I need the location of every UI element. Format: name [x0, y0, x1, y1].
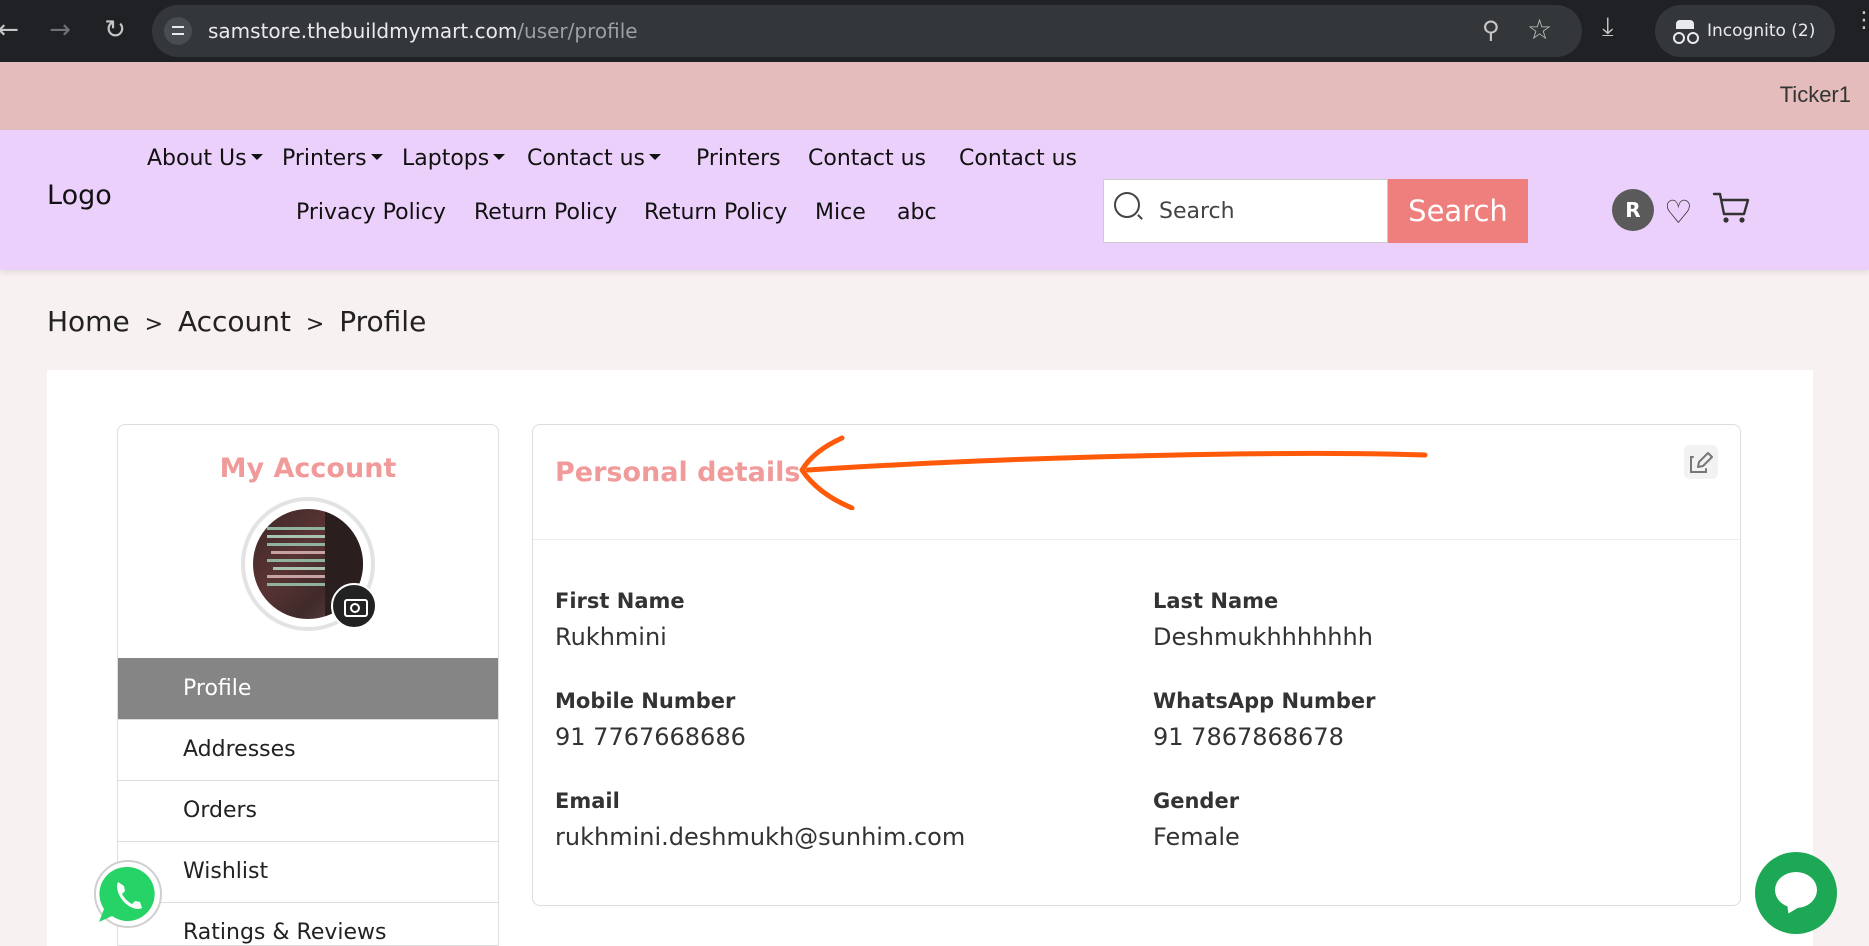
details-divider: [533, 539, 1740, 540]
site-settings-icon[interactable]: [164, 17, 192, 45]
nav-laptops[interactable]: Laptops: [402, 146, 506, 171]
nav-contact-us-dropdown[interactable]: Contact us: [527, 146, 661, 171]
last-name-value: Deshmukhhhhhhh: [1153, 623, 1373, 651]
sidebar-item-wishlist[interactable]: Wishlist: [118, 841, 498, 902]
mobile-number-value: 91 7767668686: [555, 723, 746, 751]
sidebar-item-ratings-reviews[interactable]: Ratings & Reviews: [118, 902, 498, 945]
ticker-text: Ticker1: [1779, 82, 1851, 107]
nav-printers[interactable]: Printers: [696, 146, 781, 171]
edit-icon[interactable]: [1684, 445, 1718, 479]
chevron-down-icon: [370, 154, 383, 160]
chat-bubble-icon: [1775, 872, 1817, 908]
breadcrumb-separator-icon: >: [305, 312, 325, 337]
browser-toolbar: ← → ↻ samstore.thebuildmymart.com/user/p…: [0, 0, 1869, 62]
email-label: Email: [555, 789, 620, 813]
search-input[interactable]: [1159, 192, 1379, 230]
incognito-label: Incognito (2): [1707, 21, 1816, 41]
url-path: /user/profile: [517, 19, 638, 43]
forward-arrow-icon[interactable]: →: [40, 10, 80, 50]
first-name-label: First Name: [555, 589, 685, 613]
search-button[interactable]: Search: [1388, 179, 1528, 243]
personal-details-title: Personal details: [555, 457, 801, 488]
more-menu-icon[interactable]: ⋮: [1853, 10, 1869, 46]
nav-printers-dropdown[interactable]: Printers: [282, 146, 383, 171]
mobile-number-label: Mobile Number: [555, 689, 736, 713]
sidebar-item-addresses[interactable]: Addresses: [118, 719, 498, 780]
whatsapp-number-value: 91 7867868678: [1153, 723, 1344, 751]
nav-contact-us[interactable]: Contact us: [808, 146, 926, 171]
nav-abc[interactable]: abc: [897, 200, 937, 225]
nav-mice[interactable]: Mice: [815, 200, 866, 225]
account-sidebar: My Account Profile Addresses Orders Wish…: [117, 424, 499, 946]
breadcrumb-profile: Profile: [339, 305, 427, 338]
cart-icon[interactable]: [1712, 190, 1752, 226]
breadcrumb: Home > Account > Profile: [47, 305, 432, 338]
incognito-icon: [1673, 20, 1697, 44]
chevron-down-icon: [250, 154, 263, 160]
last-name-label: Last Name: [1153, 589, 1279, 613]
download-icon[interactable]: ⤓: [1602, 12, 1614, 43]
gender-label: Gender: [1153, 789, 1240, 813]
wishlist-heart-icon[interactable]: ♡: [1664, 192, 1693, 232]
chevron-down-icon: [493, 154, 506, 160]
breadcrumb-account[interactable]: Account: [178, 305, 291, 338]
address-bar[interactable]: samstore.thebuildmymart.com/user/profile…: [152, 5, 1582, 57]
sidebar-item-profile[interactable]: Profile: [118, 658, 498, 719]
sidebar-item-orders[interactable]: Orders: [118, 780, 498, 841]
reload-icon[interactable]: ↻: [95, 10, 135, 50]
nav-privacy-policy[interactable]: Privacy Policy: [296, 200, 446, 225]
url-host: samstore.thebuildmymart.com: [208, 19, 518, 43]
back-arrow-icon[interactable]: ←: [0, 10, 28, 50]
breadcrumb-separator-icon: >: [144, 312, 164, 337]
chat-button[interactable]: [1755, 852, 1837, 934]
email-value: rukhmini.deshmukh@sunhim.com: [555, 823, 966, 851]
search-box: [1103, 179, 1388, 243]
breadcrumb-home[interactable]: Home: [47, 305, 130, 338]
camera-icon[interactable]: [331, 583, 377, 629]
sidebar-menu: Profile Addresses Orders Wishlist Rating…: [118, 658, 498, 945]
gender-value: Female: [1153, 823, 1240, 851]
personal-details-card: Personal details First Name Rukhmini Las…: [532, 424, 1741, 906]
first-name-value: Rukhmini: [555, 623, 667, 651]
nav-return-policy[interactable]: Return Policy: [474, 200, 617, 225]
site-logo[interactable]: Logo: [47, 180, 112, 211]
user-avatar[interactable]: R: [1612, 189, 1654, 231]
whatsapp-icon[interactable]: [90, 858, 166, 934]
whatsapp-number-label: WhatsApp Number: [1153, 689, 1376, 713]
incognito-indicator[interactable]: Incognito (2): [1655, 5, 1835, 57]
ticker-bar: Ticker1: [0, 62, 1869, 130]
zoom-icon[interactable]: ⚲: [1482, 16, 1500, 44]
sidebar-title: My Account: [219, 453, 397, 484]
site-header: Logo About Us Printers Laptops Contact u…: [0, 130, 1869, 270]
chevron-down-icon: [649, 154, 661, 160]
nav-about-us[interactable]: About Us: [147, 146, 263, 171]
search-icon: [1114, 192, 1140, 218]
bookmark-star-icon[interactable]: ☆: [1527, 13, 1552, 46]
url-text[interactable]: samstore.thebuildmymart.com/user/profile: [208, 19, 638, 43]
nav-contact-us-2[interactable]: Contact us: [959, 146, 1077, 171]
nav-return-policy-2[interactable]: Return Policy: [644, 200, 787, 225]
